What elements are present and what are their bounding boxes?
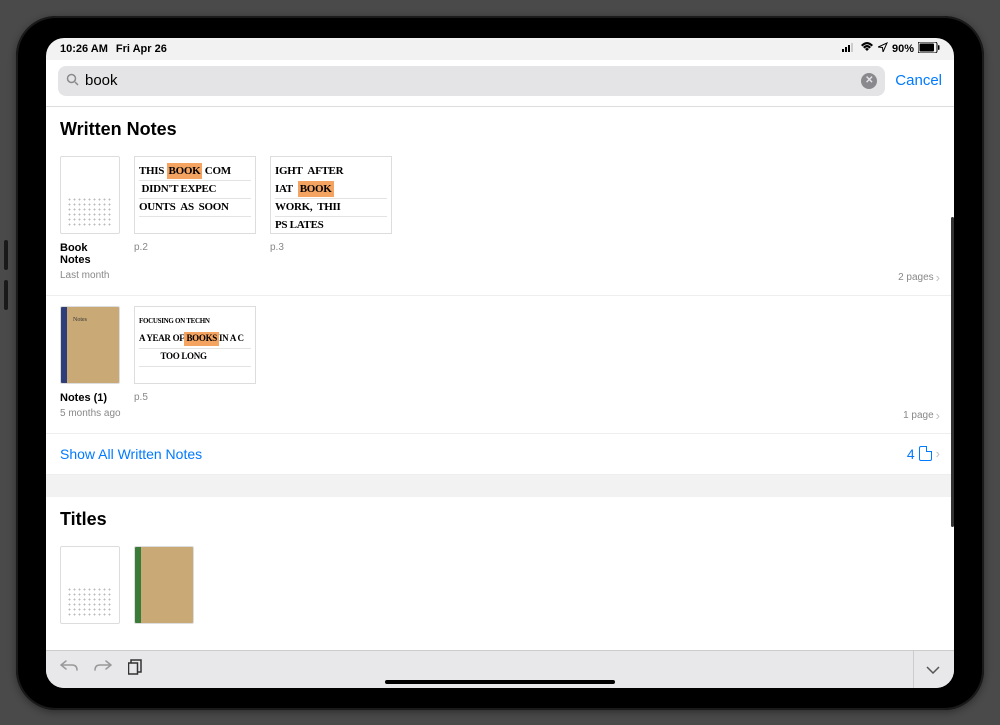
results-scroll[interactable]: Written Notes THIS BOOK COM DIDN'T EXPEC… xyxy=(46,107,954,650)
signal-icon xyxy=(842,42,856,55)
result-row[interactable] xyxy=(46,536,954,628)
result-page-count: 2 pages xyxy=(898,272,934,283)
document-icon xyxy=(919,446,932,461)
home-indicator[interactable] xyxy=(385,680,615,684)
page-thumbnail[interactable]: IGHT AFTER IAT BOOK WORK, THII PS LATES xyxy=(270,156,392,234)
clipboard-button[interactable] xyxy=(128,659,142,680)
battery-icon xyxy=(918,42,940,56)
cancel-button[interactable]: Cancel xyxy=(895,72,942,89)
chevron-right-icon: › xyxy=(936,408,940,423)
page-thumbnail[interactable]: THIS BOOK COM DIDN'T EXPEC OUNTS AS SOON xyxy=(134,156,256,234)
result-title: Book Notes xyxy=(60,242,120,266)
page-label: p.3 xyxy=(270,242,392,266)
clear-search-button[interactable]: ✕ xyxy=(861,73,877,89)
chevron-down-icon[interactable] xyxy=(926,661,940,677)
notebook-thumbnail[interactable]: Notes xyxy=(60,306,120,384)
page-label: p.2 xyxy=(134,242,256,266)
result-title: Notes (1) xyxy=(60,392,120,404)
section-header-written: Written Notes xyxy=(46,107,954,146)
result-row[interactable]: Notes FOCUSING ON TECHN A YEAR OF BOOKS … xyxy=(46,296,954,388)
notebook-thumbnail[interactable] xyxy=(60,156,120,234)
page-thumbnail[interactable]: FOCUSING ON TECHN A YEAR OF BOOKS IN A C… xyxy=(134,306,256,384)
status-date: Fri Apr 26 xyxy=(116,43,167,55)
undo-button[interactable] xyxy=(60,659,78,680)
location-icon xyxy=(878,42,888,55)
section-header-titles: Titles xyxy=(46,497,954,536)
notebook-thumbnail[interactable] xyxy=(60,546,120,624)
result-date: 5 months ago xyxy=(60,408,121,423)
status-bar: 10:26 AM Fri Apr 26 90% xyxy=(46,38,954,60)
page-label: p.5 xyxy=(134,392,256,404)
wifi-icon xyxy=(860,42,874,55)
search-value: book xyxy=(85,72,855,89)
chevron-right-icon: › xyxy=(936,446,940,461)
status-time: 10:26 AM xyxy=(60,43,108,55)
notebook-thumbnail[interactable] xyxy=(134,546,194,624)
chevron-right-icon: › xyxy=(936,270,940,285)
search-input[interactable]: book ✕ xyxy=(58,66,885,96)
show-all-label: Show All Written Notes xyxy=(60,446,202,462)
battery-percent: 90% xyxy=(892,43,914,55)
redo-button[interactable] xyxy=(94,659,112,680)
result-page-count: 1 page xyxy=(903,410,934,421)
show-all-count: 4 xyxy=(907,446,915,462)
result-row[interactable]: THIS BOOK COM DIDN'T EXPEC OUNTS AS SOON… xyxy=(46,146,954,238)
result-date: Last month xyxy=(60,270,109,285)
search-icon xyxy=(66,73,79,89)
search-bar: book ✕ Cancel xyxy=(46,60,954,107)
show-all-button[interactable]: Show All Written Notes 4 › xyxy=(46,434,954,475)
